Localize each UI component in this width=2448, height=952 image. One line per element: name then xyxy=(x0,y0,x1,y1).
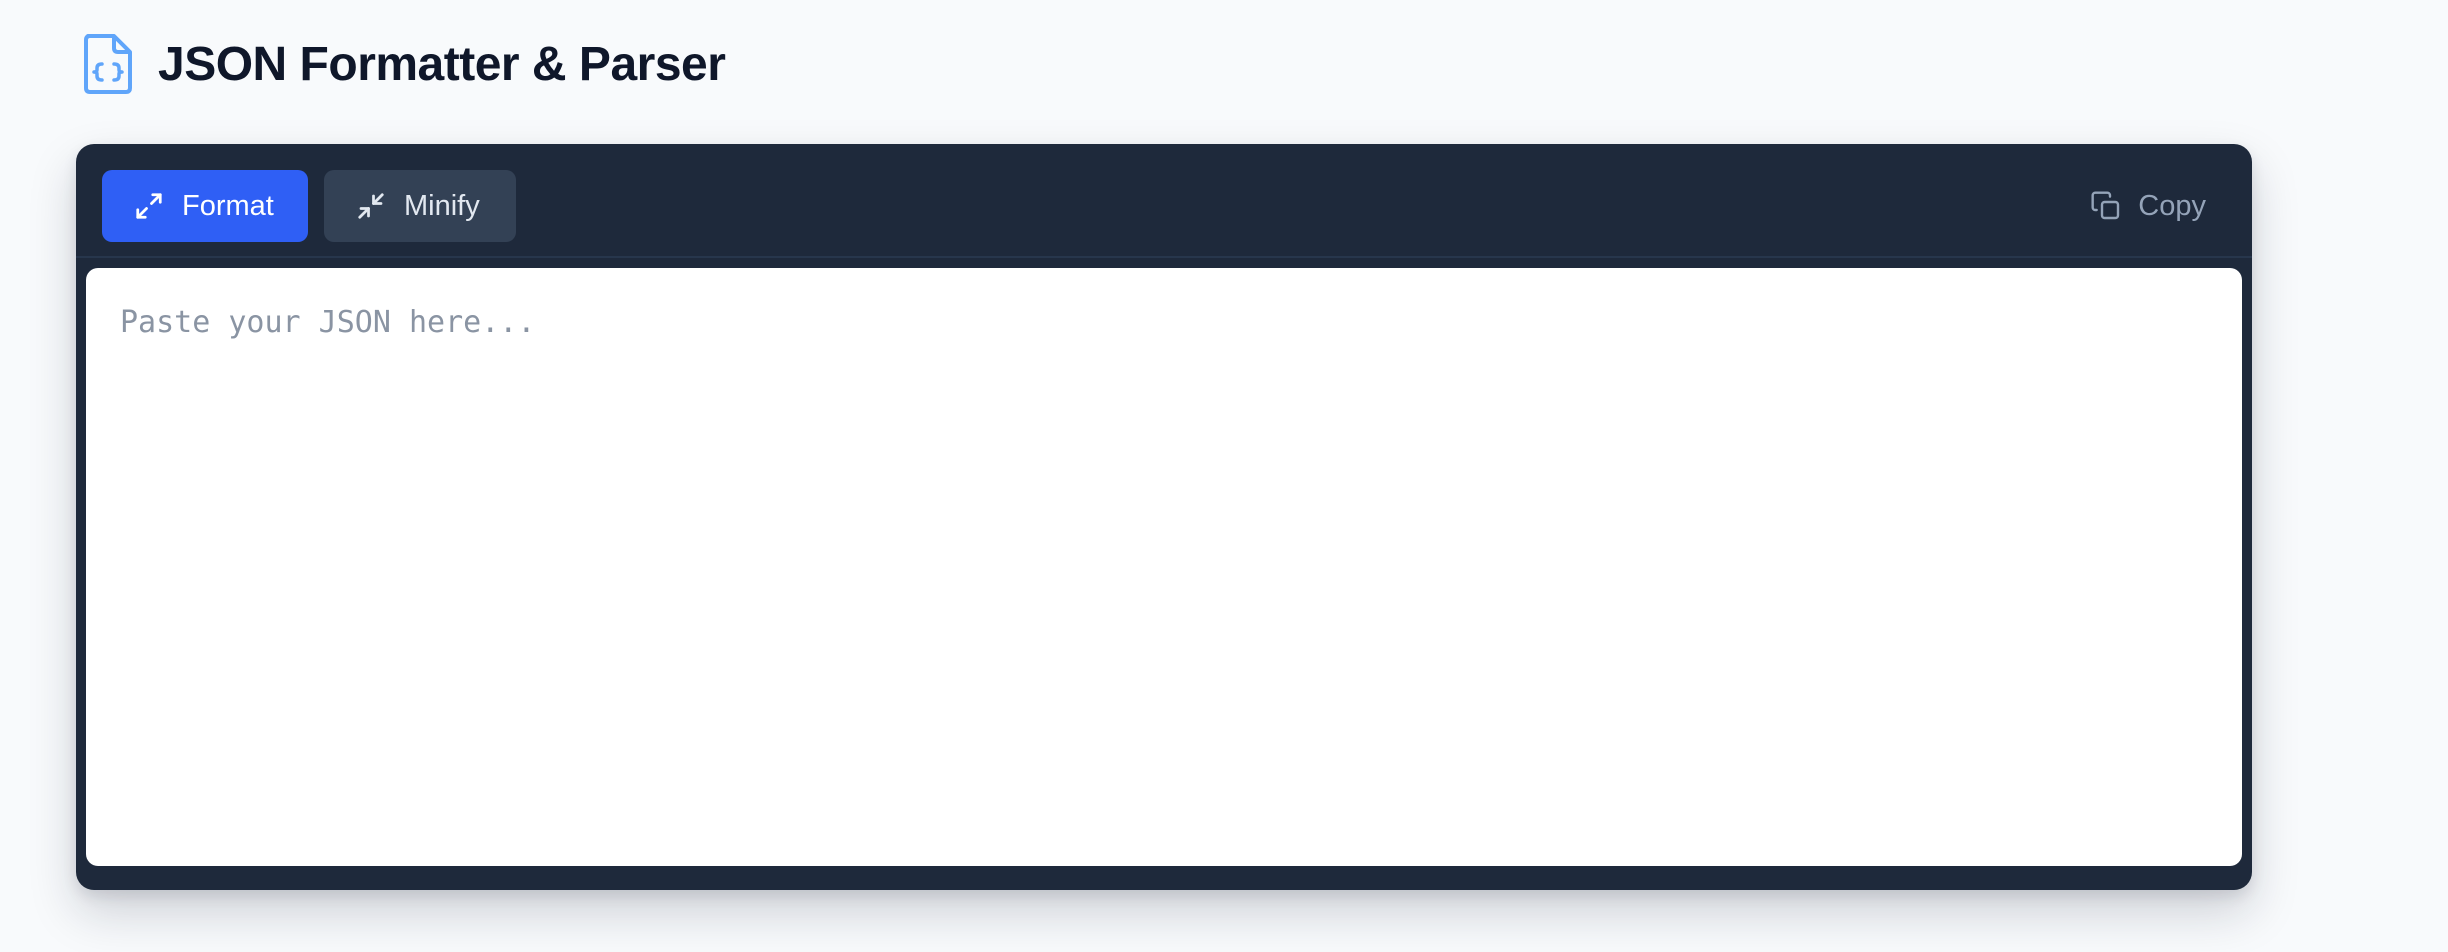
collapse-icon xyxy=(358,193,384,219)
app-header: JSON Formatter & Parser xyxy=(80,32,726,96)
copy-button-label: Copy xyxy=(2138,189,2206,222)
format-button-label: Format xyxy=(182,189,274,222)
json-editor-panel: Format Minify Copy xyxy=(76,144,2252,890)
copy-button[interactable]: Copy xyxy=(2076,170,2206,242)
file-json-icon xyxy=(84,34,132,94)
format-button[interactable]: Format xyxy=(102,170,308,242)
copy-icon xyxy=(2091,191,2120,220)
editor-toolbar: Format Minify Copy xyxy=(76,144,2252,258)
minify-button-label: Minify xyxy=(404,189,480,222)
expand-icon xyxy=(136,193,162,219)
json-input[interactable] xyxy=(86,268,2242,866)
page-title: JSON Formatter & Parser xyxy=(158,37,726,91)
minify-button[interactable]: Minify xyxy=(324,170,516,242)
